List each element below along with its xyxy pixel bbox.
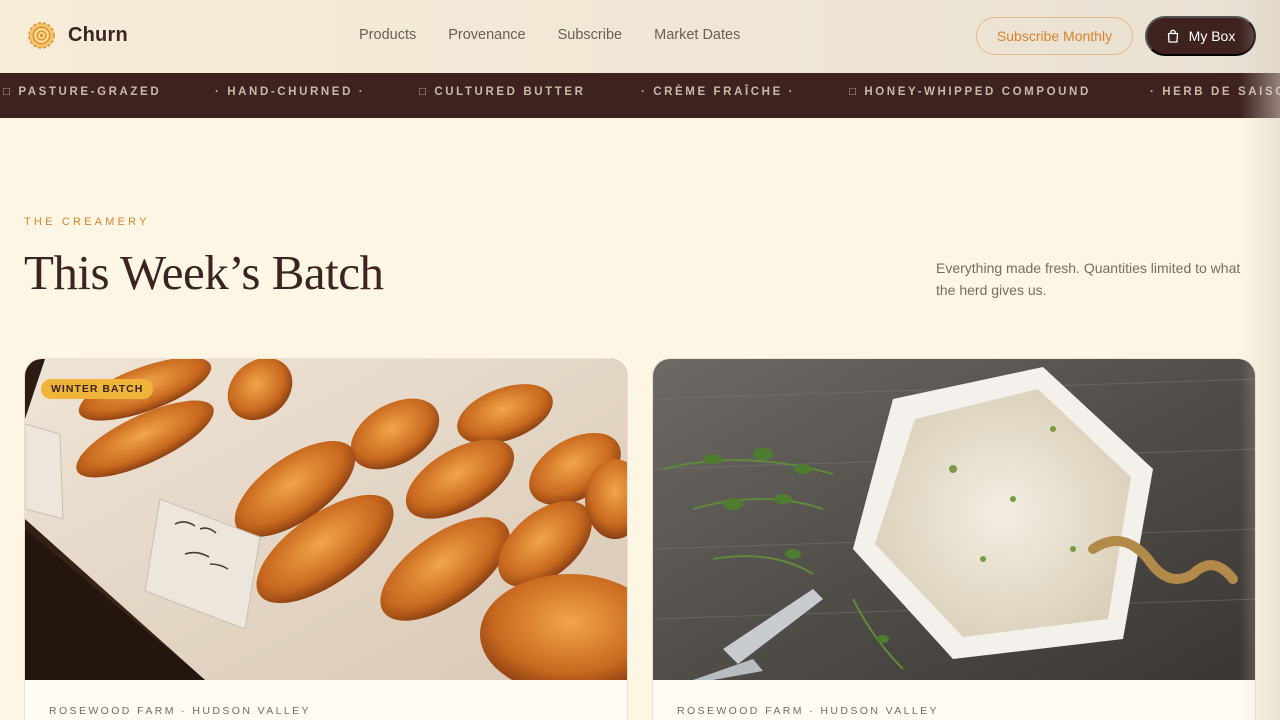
brand-logo[interactable]: Churn [28, 22, 128, 49]
my-box-label: My Box [1188, 28, 1236, 44]
ticker-item: · CRÈME FRAÎCHE · [641, 86, 796, 98]
product-card[interactable]: ROSEWOOD FARM · HUDSON VALLEY [652, 358, 1256, 720]
nav-item-provenance[interactable]: Provenance [448, 27, 525, 43]
nav-item-market-dates[interactable]: Market Dates [654, 27, 740, 43]
batch-badge: WINTER BATCH [41, 379, 154, 399]
nav-item-subscribe[interactable]: Subscribe [558, 27, 622, 43]
my-box-button[interactable]: My Box [1145, 16, 1256, 56]
shopping-bag-icon [1167, 29, 1178, 43]
main-nav: Products Provenance Subscribe Market Dat… [359, 27, 772, 43]
site-header: Churn Products Provenance Subscribe Mark… [0, 0, 1280, 73]
card-meta: ROSEWOOD FARM · HUDSON VALLEY [677, 705, 939, 717]
section-intro: Everything made fresh. Quantities limite… [936, 260, 1241, 298]
section-title: This Week’s Batch [24, 245, 384, 300]
ticker-item: □ PASTURE-GRAZED [3, 86, 162, 98]
product-card[interactable]: WINTER BATCH ROSEWOOD FARM · HUDSON VALL… [24, 358, 628, 720]
ticker-item: · HAND-CHURNED · [215, 86, 366, 98]
ticker-item: □ CULTURED BUTTER [419, 86, 586, 98]
croissant-pastry-photo [25, 359, 627, 680]
ticker-item: □ HONEY-WHIPPED COMPOUND [849, 86, 1091, 98]
brand-name: Churn [68, 24, 128, 46]
card-meta: ROSEWOOD FARM · HUDSON VALLEY [49, 705, 311, 717]
product-ticker: □ PASTURE-GRAZED · HAND-CHURNED · □ CULT… [0, 73, 1280, 118]
section-eyebrow: THE CREAMERY [24, 216, 150, 228]
nav-item-products[interactable]: Products [359, 27, 416, 43]
herb-butter-dish-photo [653, 359, 1255, 680]
sun-churn-logo-icon [28, 22, 55, 49]
ticker-item: · HERB DE SAISON [1150, 86, 1280, 98]
subscribe-monthly-button[interactable]: Subscribe Monthly [976, 17, 1133, 55]
